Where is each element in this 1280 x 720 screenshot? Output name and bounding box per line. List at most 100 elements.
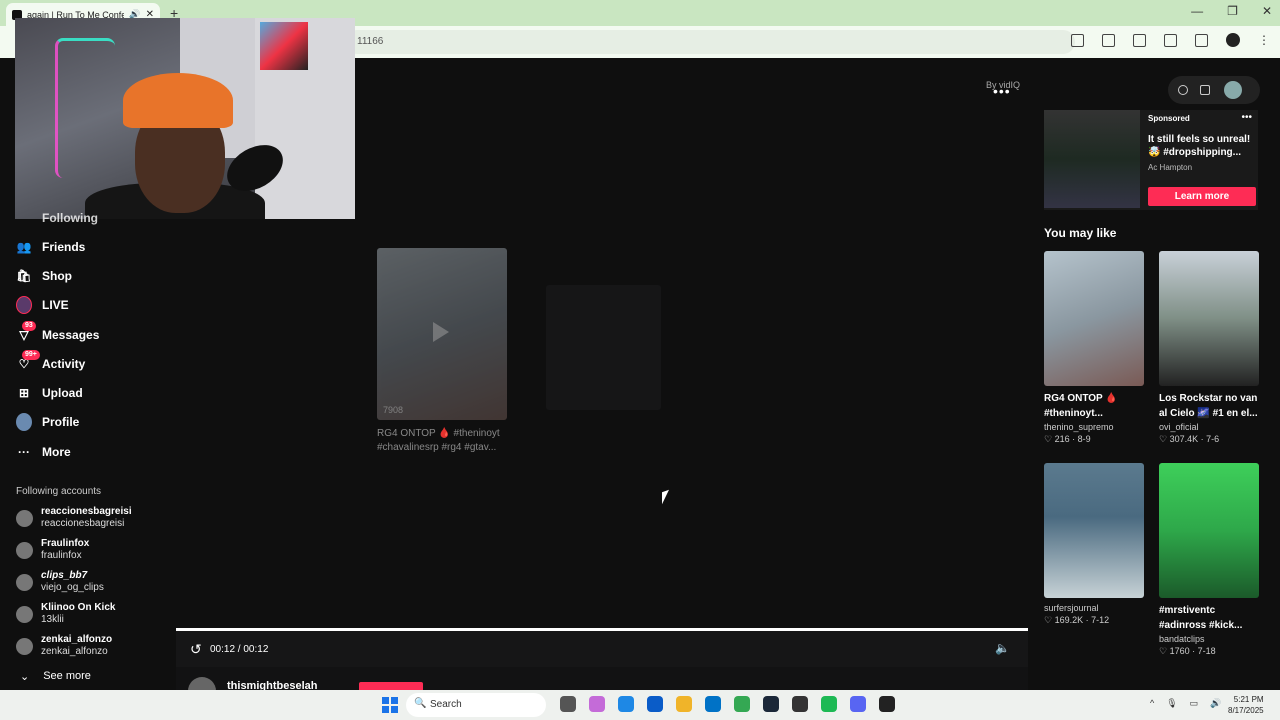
close-window-button[interactable]: ✕ xyxy=(1262,4,1272,18)
volume-icon[interactable]: 🔈 xyxy=(995,641,1010,655)
activity-badge: 99+ xyxy=(22,350,40,360)
search-icon: 🔍 xyxy=(414,698,427,709)
file-icon[interactable] xyxy=(560,696,576,712)
chevron-down-icon: ⌄ xyxy=(20,671,30,683)
video-stats: ♡ 307.4K · 7-6 xyxy=(1159,434,1220,444)
ad-advertiser: Ac Hampton xyxy=(1148,163,1193,172)
spotify-icon[interactable] xyxy=(821,696,837,712)
video-thumbnail xyxy=(1044,251,1144,386)
recommended-video[interactable]: surfersjournal ♡ 169.2K · 7-12 xyxy=(1044,463,1144,626)
sidebar-item-label: Messages xyxy=(42,328,100,342)
compass-icon[interactable] xyxy=(1178,85,1188,95)
sidebar-item-upload[interactable]: ⊞ Upload xyxy=(16,385,83,401)
browser-menu-icon[interactable]: ⋮ xyxy=(1258,33,1270,47)
video-stats: ♡ 1760 · 7-18 xyxy=(1159,646,1216,656)
sidebar-item-label: Shop xyxy=(42,269,72,283)
video-caption: RG4 ONTOP 🩸 #theninoyt... xyxy=(1044,393,1118,419)
copilot-icon[interactable] xyxy=(589,696,605,712)
video-thumbnail xyxy=(1044,463,1144,598)
video-thumbnail-faded[interactable] xyxy=(546,285,661,410)
options-dots-icon[interactable]: ••• xyxy=(993,83,1011,99)
video-controls: ↺ 00:12 / 00:12 🔈 xyxy=(176,631,1028,667)
following-account[interactable]: clips_bb7 viejo_og_clips xyxy=(16,570,104,594)
folder-icon[interactable] xyxy=(676,696,692,712)
video-caption[interactable]: RG4 ONTOP 🩸 #theninoyt #chavalinesrp #rg… xyxy=(377,427,512,455)
clock-date: 8/17/2025 xyxy=(1228,706,1264,715)
messages-badge: 93 xyxy=(22,321,36,331)
avatar xyxy=(16,541,33,559)
sidebar-item-live[interactable]: LIVE xyxy=(16,296,69,314)
account-name: Kliinoo On Kick xyxy=(41,602,116,613)
sidebar-item-friends[interactable]: 👥 Friends xyxy=(16,239,86,255)
ad-headline: It still feels so unreal! 🤯 #dropshippin… xyxy=(1148,134,1251,158)
play-icon xyxy=(433,322,449,342)
sidebar-item-messages[interactable]: ▽ 93 Messages xyxy=(16,321,100,343)
edge-icon[interactable] xyxy=(618,696,634,712)
sidebar-item-profile[interactable]: Profile xyxy=(16,413,79,431)
discord-icon[interactable] xyxy=(850,696,866,712)
epic-games-icon[interactable] xyxy=(879,696,895,712)
microphone-icon[interactable]: 🎙 xyxy=(1166,698,1177,709)
shop-icon: 🛍 xyxy=(16,269,32,283)
sidebar-item-label: LIVE xyxy=(42,298,69,312)
chrome-icon[interactable] xyxy=(734,696,750,712)
bookmark-star-icon[interactable] xyxy=(1102,33,1115,47)
sidebar-item-activity[interactable]: ♡ 99+ Activity xyxy=(16,350,85,372)
live-icon xyxy=(16,296,32,314)
following-account[interactable]: Kliinoo On Kick 13klii xyxy=(16,602,115,626)
phone-icon[interactable] xyxy=(1200,85,1210,95)
ad-options-icon[interactable]: ••• xyxy=(1241,112,1252,123)
ad-thumbnail[interactable] xyxy=(1044,110,1140,208)
following-accounts-title: Following accounts xyxy=(16,486,102,497)
video-caption: Los Rockstar no van al Cielo 🌌 #1 en el.… xyxy=(1159,393,1258,419)
speaker-icon[interactable]: 🔊 xyxy=(1210,698,1221,709)
recommended-video[interactable]: RG4 ONTOP 🩸 #theninoyt... thenino_suprem… xyxy=(1044,251,1144,445)
address-bar[interactable]: 11166 xyxy=(345,30,1075,54)
more-icon: ··· xyxy=(18,445,30,459)
sidebar-item-more[interactable]: ··· More xyxy=(16,444,71,460)
following-account[interactable]: reaccionesbagreisi reaccionesbagreisi xyxy=(16,506,132,530)
restore-button[interactable]: ❐ xyxy=(1227,4,1238,18)
windows-taskbar: 🔍 Search ^ 🎙 ▭ 🔊 5:21 PM 8/17/2025 xyxy=(0,690,1280,720)
sponsored-label: Sponsored xyxy=(1148,114,1190,123)
video-author: bandatclips xyxy=(1159,634,1205,644)
taskbar-search[interactable]: 🔍 Search xyxy=(406,693,546,717)
video-author: thenino_supremo xyxy=(1044,422,1114,432)
learn-more-button[interactable]: Learn more xyxy=(1148,187,1256,206)
sponsored-ad: Sponsored ••• It still feels so unreal! … xyxy=(1044,110,1258,210)
video-author-row: thismightbeselah xyxy=(176,667,1028,705)
recommended-video[interactable]: Los Rockstar no van al Cielo 🌌 #1 en el.… xyxy=(1159,251,1259,445)
replay-icon[interactable]: ↺ xyxy=(190,641,202,658)
network-icon[interactable]: ▭ xyxy=(1190,698,1199,709)
recommended-video[interactable]: #mrstiventc #adinross #kick... bandatcli… xyxy=(1159,463,1259,657)
following-account[interactable]: Fraulinfox fraulinfox xyxy=(16,538,89,562)
minimize-button[interactable]: — xyxy=(1191,4,1203,18)
install-icon[interactable] xyxy=(1071,33,1084,47)
taskbar-clock[interactable]: 5:21 PM 8/17/2025 xyxy=(1228,694,1264,716)
steam-icon[interactable] xyxy=(763,696,779,712)
you-may-like-title: You may like xyxy=(1044,226,1117,240)
sidebar-item-label: Following xyxy=(42,211,98,225)
video-author: surfersjournal xyxy=(1044,603,1099,613)
account-handle: reaccionesbagreisi xyxy=(41,518,125,529)
sidebar-item-shop[interactable]: 🛍 Shop xyxy=(16,268,72,284)
see-more-button[interactable]: ⌄ See more xyxy=(20,670,91,683)
outlook-icon[interactable] xyxy=(705,696,721,712)
video-author: ovi_oficial xyxy=(1159,422,1199,432)
reading-list-icon[interactable] xyxy=(1195,33,1208,47)
browser-profile-avatar[interactable] xyxy=(1226,33,1240,47)
store-icon[interactable] xyxy=(647,696,663,712)
sidebar-item-following[interactable]: Following xyxy=(16,210,98,226)
obs-icon[interactable] xyxy=(792,696,808,712)
following-account[interactable]: zenkai_alfonzo zenkai_alfonzo xyxy=(16,634,112,658)
chevron-up-icon[interactable]: ^ xyxy=(1150,698,1154,709)
media-icon[interactable] xyxy=(1164,33,1177,47)
video-time: 00:12 / 00:12 xyxy=(210,644,269,655)
extensions-icon[interactable] xyxy=(1133,33,1146,47)
windows-start-icon[interactable] xyxy=(382,697,398,713)
video-thumbnail[interactable]: 7908 xyxy=(377,248,507,420)
user-avatar[interactable] xyxy=(1224,81,1242,99)
account-name: zenkai_alfonzo xyxy=(41,634,113,645)
cam-poster xyxy=(260,22,308,70)
friends-icon: 👥 xyxy=(16,240,32,254)
